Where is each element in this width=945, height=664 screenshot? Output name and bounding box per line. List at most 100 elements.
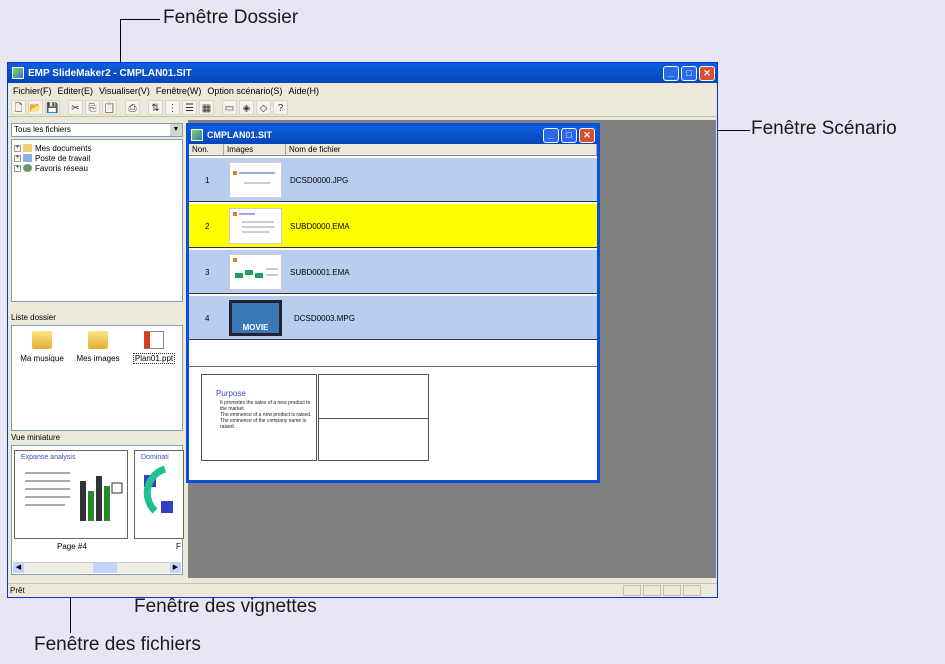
scenario-row[interactable]: 1 DCSD0000.JPG	[189, 158, 597, 202]
list-view-icon[interactable]: ☰	[182, 99, 197, 115]
slide-thumbnail	[229, 254, 282, 290]
slide-thumbnail	[229, 208, 282, 244]
computer-icon	[23, 154, 32, 162]
sort-icon[interactable]: ⇅	[148, 99, 163, 115]
close-button[interactable]: ✕	[699, 65, 715, 81]
scenario-grid-header: Non. Images Nom de fichier	[189, 144, 597, 156]
scenario-title-bar[interactable]: CMPLAN01.SIT _ □ ✕	[189, 126, 597, 144]
scroll-left-icon[interactable]: ◀	[13, 563, 24, 573]
menu-visualiser[interactable]: Visualiser(V)	[96, 86, 153, 96]
thumb-panel-label: Vue miniature	[11, 433, 61, 442]
scroll-thumb[interactable]	[93, 563, 117, 573]
scenario-maximize-button[interactable]: □	[561, 127, 577, 143]
images-folder-icon	[88, 331, 108, 349]
scenario-row[interactable]: 3 SUBD0001.EMA	[189, 250, 597, 294]
col-header-filename[interactable]: Nom de fichier	[286, 144, 597, 155]
scenario-row[interactable]: 4 MOVIE DCSD0003.MPG	[189, 296, 597, 340]
file-panel-label: Liste dossier	[11, 313, 56, 322]
app-icon	[12, 67, 24, 79]
preview-title: Purpose	[216, 389, 246, 398]
cut-icon[interactable]: ✂	[68, 99, 83, 115]
tree-view-icon[interactable]: ⋮	[165, 99, 180, 115]
movie-thumbnail: MOVIE	[229, 300, 282, 336]
status-panel	[683, 585, 701, 596]
thumbnail-page-5[interactable]: Dominati	[134, 450, 184, 539]
callout-line	[120, 19, 160, 20]
thumbnail-page-label: Page #4	[57, 542, 87, 551]
status-text: Prêt	[10, 586, 25, 595]
file-item-ma-musique[interactable]: Ma musique	[14, 331, 70, 363]
monitor-icon[interactable]: ▭	[222, 99, 237, 115]
preview-slide[interactable]: Purpose It promotes the sales of a new p…	[201, 374, 317, 461]
callout-dossier: Fenêtre Dossier	[163, 7, 299, 28]
scenario-window: CMPLAN01.SIT _ □ ✕ Non. Images Nom de fi…	[186, 123, 600, 483]
toolbar: 🗋 📂 💾 ✂ ⎘ 📋 ⎙ ⇅ ⋮ ☰ ▦ ▭ ◈ ◇ ?	[8, 98, 717, 117]
file-item-mes-images[interactable]: Mes images	[70, 331, 126, 363]
file-type-select[interactable]: Tous les fichiers ▼	[11, 123, 183, 137]
menu-fichier[interactable]: Fichier(F)	[10, 86, 55, 96]
minimize-button[interactable]: _	[663, 65, 679, 81]
tree-item-favoris-reseau[interactable]: + Favoris réseau	[14, 163, 180, 173]
menu-bar: Fichier(F) Editer(E) Visualiser(V) Fenêt…	[8, 83, 717, 98]
scenario-row-selected[interactable]: 2 SUBD0000.EMA	[189, 204, 597, 248]
import-icon[interactable]: ◇	[256, 99, 271, 115]
expand-icon[interactable]: +	[14, 154, 21, 162]
preview-bullet: The eminence of the company name is rais…	[220, 418, 307, 430]
cycle-diagram-icon	[143, 465, 173, 514]
status-panel	[663, 585, 681, 596]
preview-notes[interactable]	[318, 374, 429, 461]
music-folder-icon	[32, 331, 52, 349]
tree-item-poste-de-travail[interactable]: + Poste de travail	[14, 153, 180, 163]
help-icon[interactable]: ?	[273, 99, 288, 115]
window-title: EMP SlideMaker2 - CMPLAN01.SIT	[28, 67, 192, 79]
callout-vignettes: Fenêtre des vignettes	[134, 596, 317, 617]
maximize-button[interactable]: □	[681, 65, 697, 81]
callout-scenario: Fenêtre Scénario	[751, 118, 897, 139]
slide-thumbnail	[229, 162, 282, 198]
status-bar: Prêt	[8, 583, 717, 597]
callout-fichiers: Fenêtre des fichiers	[34, 634, 201, 655]
menu-option-scenario[interactable]: Option scénario(S)	[204, 86, 285, 96]
scenario-minimize-button[interactable]: _	[543, 127, 559, 143]
col-header-images[interactable]: Images	[224, 144, 286, 155]
open-icon[interactable]: 📂	[28, 99, 43, 115]
file-type-value: Tous les fichiers	[14, 125, 71, 134]
preview-bullet: It promotes the sales of a new product t…	[220, 400, 311, 412]
network-icon	[23, 164, 32, 172]
tree-item-mes-documents[interactable]: + Mes documents	[14, 143, 180, 153]
menu-fenetre[interactable]: Fenêtre(W)	[153, 86, 205, 96]
file-list: Ma musique Mes images Plan01.ppt	[11, 325, 183, 431]
scenario-title: CMPLAN01.SIT	[207, 130, 273, 140]
save-icon[interactable]: 💾	[45, 99, 60, 115]
folder-tree: + Mes documents + Poste de travail + Fav…	[11, 139, 183, 302]
grid-view-icon[interactable]: ▦	[199, 99, 214, 115]
scenario-icon	[191, 129, 203, 141]
title-bar[interactable]: EMP SlideMaker2 - CMPLAN01.SIT _ □ ✕	[8, 63, 717, 83]
copy-icon[interactable]: ⎘	[85, 99, 100, 115]
thumbnail-page-4[interactable]: Expanse analysis	[14, 450, 128, 539]
thumbnail-title: Dominati	[141, 454, 169, 461]
movie-label: MOVIE	[242, 323, 269, 332]
status-panel	[623, 585, 641, 596]
scenario-close-button[interactable]: ✕	[579, 127, 595, 143]
slide-preview-area: Purpose It promotes the sales of a new p…	[189, 366, 597, 480]
paste-icon[interactable]: 📋	[102, 99, 117, 115]
folder-icon	[23, 144, 32, 152]
export-icon[interactable]: ◈	[239, 99, 254, 115]
chevron-down-icon[interactable]: ▼	[170, 124, 182, 136]
menu-aide[interactable]: Aide(H)	[285, 86, 322, 96]
thumbnail-page-label-2: F	[176, 542, 181, 551]
expand-icon[interactable]: +	[14, 144, 21, 152]
col-header-num[interactable]: Non.	[189, 144, 224, 155]
print-icon[interactable]: ⎙	[125, 99, 140, 115]
thumbnail-title: Expanse analysis	[21, 454, 76, 461]
file-item-plan01-ppt[interactable]: Plan01.ppt	[126, 331, 182, 364]
menu-editer[interactable]: Editer(E)	[55, 86, 97, 96]
bar-chart-icon	[25, 472, 123, 521]
left-panel: Tous les fichiers ▼ + Mes documents + Po…	[9, 120, 187, 577]
thumbnail-view: Expanse analysis Dominati Page #4 F ◀ ▶	[11, 445, 184, 575]
horizontal-scrollbar[interactable]: ◀ ▶	[13, 562, 181, 573]
scroll-right-icon[interactable]: ▶	[170, 563, 181, 573]
new-icon[interactable]: 🗋	[11, 99, 26, 115]
expand-icon[interactable]: +	[14, 164, 21, 172]
